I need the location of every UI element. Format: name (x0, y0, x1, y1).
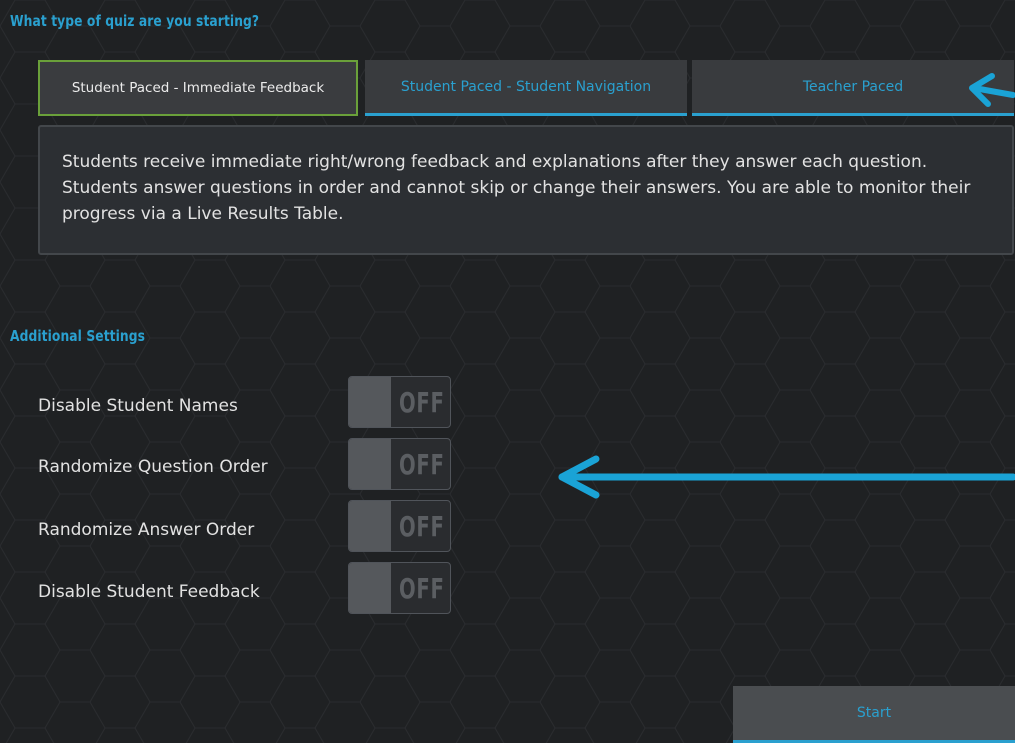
toggle-knob (349, 501, 391, 551)
quiz-type-heading: What type of quiz are you starting? (10, 12, 260, 30)
toggle-disable-student-feedback[interactable]: OFF (348, 562, 451, 614)
setting-label-disable-student-feedback: Disable Student Feedback (38, 582, 260, 602)
start-button[interactable]: Start (733, 686, 1015, 743)
toggle-disable-student-names[interactable]: OFF (348, 376, 451, 428)
additional-settings-heading: Additional Settings (10, 327, 146, 345)
toggle-state: OFF (399, 385, 445, 419)
tab-teacher-paced[interactable]: Teacher Paced (692, 60, 1014, 116)
tab-student-paced-student-navigation[interactable]: Student Paced - Student Navigation (365, 60, 687, 116)
toggle-knob (349, 563, 391, 613)
setting-label-randomize-answer-order: Randomize Answer Order (38, 520, 255, 540)
toggle-randomize-question-order[interactable]: OFF (348, 438, 451, 490)
toggle-state: OFF (399, 571, 445, 605)
toggle-knob (349, 377, 391, 427)
tab-student-paced-immediate-feedback[interactable]: Student Paced - Immediate Feedback (38, 60, 358, 116)
toggle-state: OFF (399, 447, 445, 481)
setting-label-randomize-question-order: Randomize Question Order (38, 457, 268, 477)
toggle-knob (349, 439, 391, 489)
quiz-type-description: Students receive immediate right/wrong f… (38, 125, 1014, 255)
setting-label-disable-student-names: Disable Student Names (38, 396, 238, 416)
toggle-state: OFF (399, 509, 445, 543)
toggle-randomize-answer-order[interactable]: OFF (348, 500, 451, 552)
